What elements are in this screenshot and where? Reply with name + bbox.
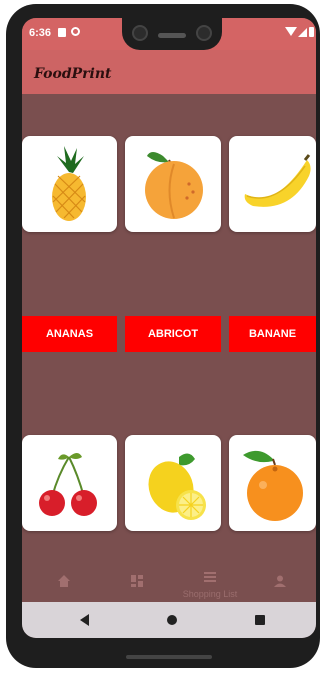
signal-icon <box>298 28 307 37</box>
fruit-label-banane[interactable]: BANANE <box>229 316 316 352</box>
dashboard-icon <box>131 575 143 587</box>
fruit-card-ananas[interactable] <box>22 136 117 232</box>
nav-shopping-list[interactable]: Shopping List <box>172 570 248 599</box>
bottom-navigation: Shopping List <box>22 570 316 600</box>
fruit-card-orange[interactable] <box>229 435 316 531</box>
cherry-icon <box>39 453 97 516</box>
nav-profile[interactable] <box>268 574 292 600</box>
fruit-card-lemon[interactable] <box>125 435 221 531</box>
fruit-card-cherry[interactable] <box>22 435 117 531</box>
app-bar: FoodPrint <box>22 50 316 94</box>
banana-icon <box>244 154 311 207</box>
list-icon <box>204 572 216 582</box>
nav-home[interactable] <box>52 574 76 600</box>
phone-frame: 6:36 FoodPrint ANANAS ABRICOT BANANE Sho… <box>6 4 320 668</box>
camera-icon <box>196 25 212 41</box>
lemon-icon <box>148 453 206 520</box>
app-title: FoodPrint <box>34 66 112 82</box>
app-screen: 6:36 FoodPrint ANANAS ABRICOT BANANE Sho… <box>22 18 316 638</box>
earpiece-speaker <box>158 33 186 38</box>
wifi-icon <box>285 27 297 36</box>
battery-icon <box>309 27 314 37</box>
camera-icon <box>132 25 148 41</box>
sync-icon <box>71 27 80 36</box>
back-icon[interactable] <box>80 614 89 626</box>
fruit-card-abricot[interactable] <box>125 136 221 232</box>
recent-apps-icon[interactable] <box>255 615 265 625</box>
system-navigation-bar <box>22 602 316 638</box>
home-icon <box>58 575 70 587</box>
bottom-speaker <box>126 655 212 659</box>
person-icon <box>274 575 286 587</box>
home-circle-icon[interactable] <box>167 615 177 625</box>
orange-icon <box>243 450 303 521</box>
apricot-icon <box>145 152 203 219</box>
status-time: 6:36 <box>29 27 52 39</box>
nav-shopping-list-label: Shopping List <box>182 589 238 599</box>
pineapple-icon <box>52 146 86 221</box>
fruit-label-ananas[interactable]: ANANAS <box>22 316 117 352</box>
fruit-label-abricot[interactable]: ABRICOT <box>125 316 221 352</box>
fruit-card-banane[interactable] <box>229 136 316 232</box>
nav-dashboard[interactable] <box>125 574 149 600</box>
camera-notch <box>122 18 222 50</box>
sd-card-icon <box>58 28 66 37</box>
